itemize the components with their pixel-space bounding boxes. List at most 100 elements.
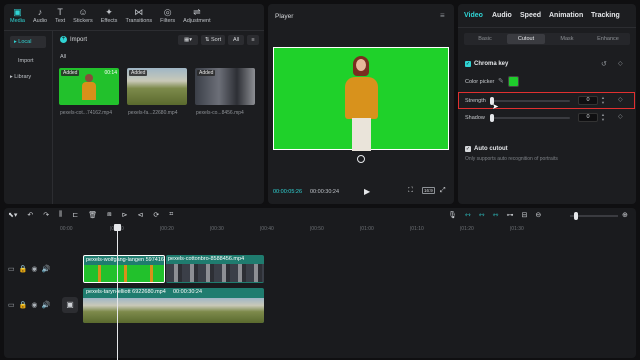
select-tool-icon[interactable]: ⬉▾ bbox=[8, 211, 17, 221]
fit-icon: ⛶ bbox=[408, 187, 413, 194]
shadow-value-field[interactable]: 0 bbox=[578, 113, 598, 122]
cover-button[interactable]: ▣ bbox=[62, 297, 78, 313]
lock-icon[interactable]: 🔒 bbox=[19, 301, 28, 309]
tab-media[interactable]: ▣ Media bbox=[10, 8, 25, 25]
strength-label: Strength bbox=[465, 98, 486, 104]
sticker-icon: ☺ bbox=[78, 7, 88, 17]
tab-tracking[interactable]: Tracking bbox=[591, 12, 620, 19]
track-controls: ▭ 🔒 ◉ 🔊 bbox=[8, 301, 50, 309]
strength-slider[interactable] bbox=[490, 97, 570, 105]
color-swatch[interactable] bbox=[508, 76, 519, 87]
preview-axis-icon[interactable]: ⊶ bbox=[507, 211, 514, 219]
track-toggle-icon[interactable]: ▭ bbox=[8, 301, 15, 309]
import-button[interactable]: + Import bbox=[60, 36, 87, 43]
ruler-tick: 00:00 bbox=[60, 226, 73, 232]
media-filename: pexels-fa...22680.mp4 bbox=[128, 110, 178, 116]
play-icon: ▶ bbox=[364, 187, 371, 196]
sidebar-item-local[interactable]: ▸ Local bbox=[10, 36, 46, 48]
playhead-handle[interactable] bbox=[114, 224, 121, 231]
fullscreen-button[interactable]: ⤢ bbox=[440, 187, 446, 195]
tab-video[interactable]: Video bbox=[464, 12, 483, 19]
adjust-icon: ⇌ bbox=[193, 7, 201, 17]
shadow-slider-thumb[interactable] bbox=[490, 114, 494, 122]
tab-audio[interactable]: Audio bbox=[492, 12, 512, 19]
tab-audio[interactable]: ♪ Audio bbox=[33, 8, 47, 25]
eye-icon[interactable]: ◉ bbox=[31, 301, 37, 309]
zoom-in-icon[interactable]: ⊕ bbox=[622, 211, 628, 219]
magnet-icon[interactable]: ⇿ bbox=[479, 211, 485, 219]
sort-button[interactable]: ⇅ Sort bbox=[201, 35, 225, 45]
eyedropper-icon[interactable]: ✎ bbox=[498, 77, 504, 85]
tab-text[interactable]: T Text bbox=[55, 8, 65, 25]
sidebar-item-import[interactable]: Import bbox=[18, 58, 34, 64]
filter-icon-button[interactable]: ≡ bbox=[247, 35, 259, 45]
mouse-cursor-icon: ➤ bbox=[492, 102, 499, 111]
lock-icon[interactable]: 🔒 bbox=[19, 265, 28, 273]
track-toggle-icon[interactable]: ▭ bbox=[8, 265, 15, 273]
zoom-fit-icon[interactable]: ⊟ bbox=[522, 211, 528, 219]
strength-keyframe-icon[interactable]: ◇ bbox=[618, 96, 623, 103]
tab-speed[interactable]: Speed bbox=[520, 12, 541, 19]
freeze-icon[interactable]: ⧈ bbox=[107, 211, 111, 221]
zoom-slider[interactable] bbox=[570, 212, 618, 220]
current-time: 00:00:05:26 bbox=[273, 189, 303, 195]
split-icon[interactable]: ⫼ bbox=[59, 211, 62, 221]
strength-value-field[interactable]: 0 bbox=[578, 96, 598, 105]
media-item[interactable]: Added bbox=[127, 68, 187, 105]
play-reverse-icon[interactable]: ⊳ bbox=[122, 211, 128, 221]
play-button[interactable]: ▶ bbox=[364, 187, 370, 196]
filter-all-button[interactable]: All bbox=[228, 35, 244, 45]
subtab-basic[interactable]: Basic bbox=[466, 34, 504, 44]
undo-icon[interactable]: ↶ bbox=[27, 211, 33, 221]
tab-animation[interactable]: Animation bbox=[549, 12, 583, 19]
clip-top-b[interactable]: pexels-cottonbro-8588456.mp4 bbox=[166, 255, 264, 283]
tab-filters[interactable]: ◎ Filters bbox=[160, 8, 176, 25]
sidebar-item-library[interactable]: ▸ Library bbox=[10, 74, 31, 80]
tab-label: Filters bbox=[160, 18, 176, 24]
player-center-icon[interactable] bbox=[357, 155, 365, 163]
rotate-icon[interactable]: ⟳ bbox=[153, 211, 159, 221]
subtab-cutout[interactable]: Cutout bbox=[507, 34, 545, 44]
microphone-icon[interactable]: 🎙 bbox=[448, 211, 457, 219]
tab-effects[interactable]: ✦ Effects bbox=[101, 8, 118, 25]
tab-stickers[interactable]: ☺ Stickers bbox=[73, 7, 93, 25]
track-controls: ▭ 🔒 ◉ 🔊 bbox=[8, 265, 50, 273]
chroma-key-checkbox[interactable]: ✓ bbox=[465, 61, 471, 67]
clip-main[interactable]: pexels-taryn-elliott 6922680.mp4 00:00:3… bbox=[83, 288, 264, 323]
sort-label: Sort bbox=[211, 37, 222, 43]
shadow-stepper[interactable]: ▲ ▼ bbox=[601, 112, 605, 122]
media-item[interactable]: Added 00:14 bbox=[59, 68, 119, 105]
crop-icon[interactable]: ⌗ bbox=[169, 211, 173, 221]
tab-adjustment[interactable]: ⇌ Adjustment bbox=[183, 7, 211, 25]
fit-screen-button[interactable]: ⛶ bbox=[408, 187, 413, 195]
keyframe-icon[interactable]: ◇ bbox=[618, 60, 623, 67]
clip-top-a[interactable]: pexels-wolfgang-langen 597416 bbox=[83, 255, 165, 283]
person-figure bbox=[85, 74, 93, 82]
auto-cutout-checkbox[interactable]: ✓ bbox=[465, 146, 471, 152]
volume-icon[interactable]: 🔊 bbox=[41, 265, 50, 273]
redo-icon[interactable]: ↷ bbox=[43, 211, 49, 221]
shadow-slider[interactable] bbox=[490, 114, 570, 122]
mirror-icon[interactable]: ⊲ bbox=[137, 211, 143, 221]
shadow-keyframe-icon[interactable]: ◇ bbox=[618, 113, 623, 120]
zoom-slider-thumb[interactable] bbox=[574, 212, 578, 220]
subtab-mask[interactable]: Mask bbox=[548, 34, 586, 44]
volume-icon[interactable]: 🔊 bbox=[41, 301, 50, 309]
snap-icon[interactable]: ⇿ bbox=[493, 211, 499, 219]
subtab-enhance[interactable]: Enhance bbox=[589, 34, 627, 44]
zoom-out-icon[interactable]: ⊖ bbox=[535, 211, 541, 219]
sidebar-item-label: Library bbox=[14, 74, 32, 80]
eye-icon[interactable]: ◉ bbox=[31, 265, 37, 273]
view-toggle-button[interactable]: ▦▾ bbox=[178, 35, 198, 45]
strength-stepper[interactable]: ▲ ▼ bbox=[601, 95, 605, 105]
delete-icon[interactable]: 🗑 bbox=[88, 211, 97, 221]
reset-icon[interactable]: ↺ bbox=[601, 60, 607, 68]
property-tabs-divider bbox=[458, 27, 636, 28]
aspect-ratio-button[interactable]: 16:9 bbox=[422, 187, 435, 194]
link-icon[interactable]: ⇿ bbox=[465, 211, 471, 219]
player-menu-icon[interactable]: ≡ bbox=[440, 11, 445, 20]
tab-transitions[interactable]: ⋈ Transitions bbox=[125, 8, 152, 25]
media-item[interactable]: Added bbox=[195, 68, 255, 105]
split-left-icon[interactable]: ⊏ bbox=[72, 211, 78, 221]
playhead[interactable] bbox=[117, 226, 118, 360]
